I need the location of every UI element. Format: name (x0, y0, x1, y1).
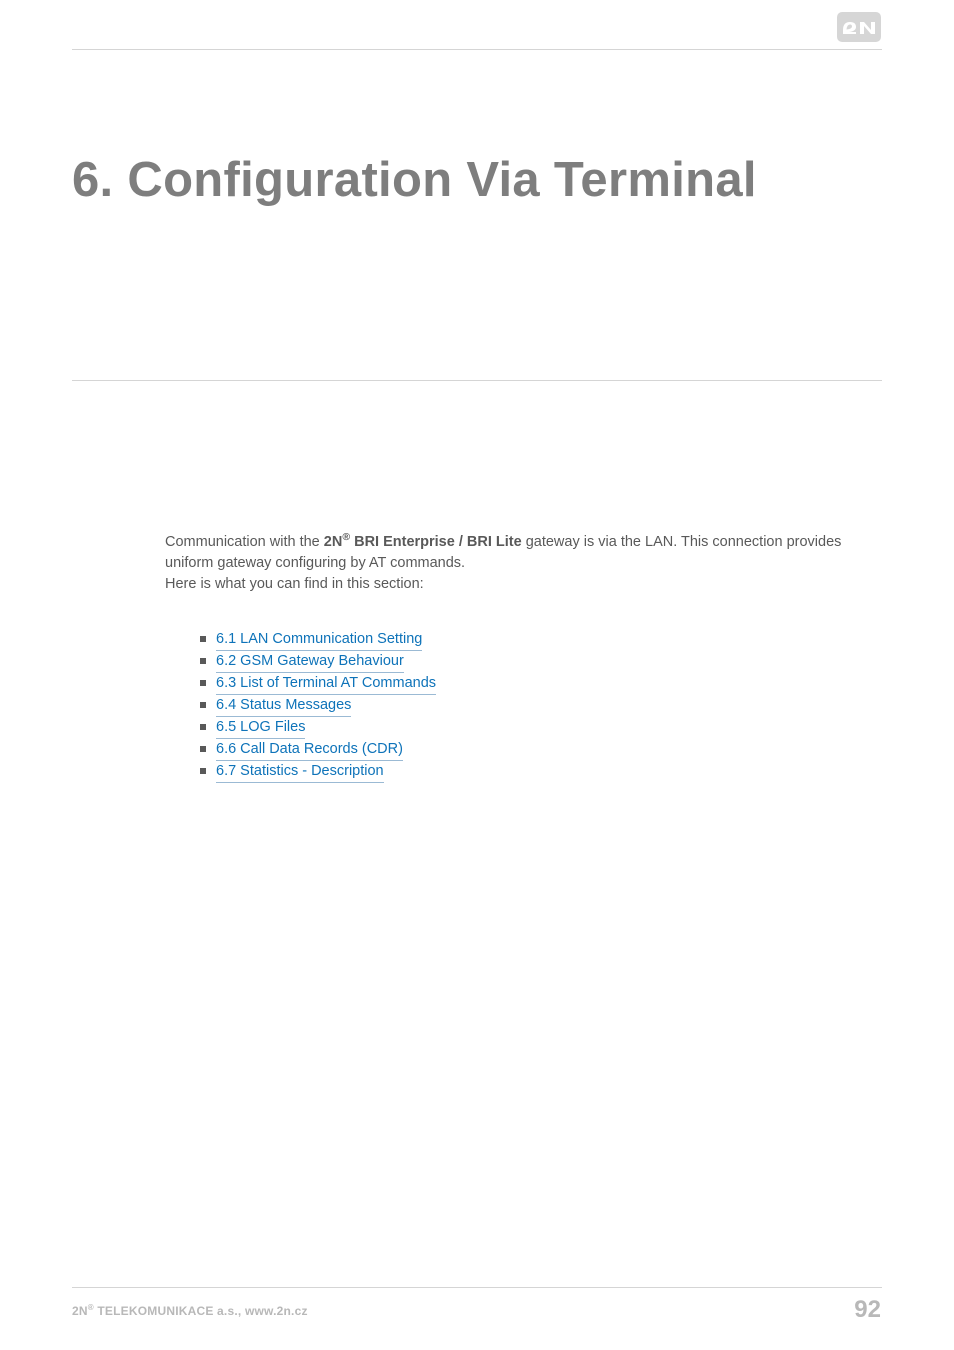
footer-rule (72, 1287, 882, 1288)
intro-brand-reg: ® (342, 531, 350, 543)
page: 6. Configuration Via Terminal Communicat… (0, 0, 954, 1350)
toc-link-6-7[interactable]: 6.7 Statistics - Description (216, 761, 384, 783)
intro-prefix: Communication with the (165, 534, 324, 550)
toc-item: 6.7 Statistics - Description (200, 761, 882, 783)
toc-item: 6.4 Status Messages (200, 695, 882, 717)
title-rule (72, 380, 882, 381)
bullet-icon (200, 680, 206, 686)
toc-link-6-6[interactable]: 6.6 Call Data Records (CDR) (216, 739, 403, 761)
page-number: 92 (854, 1296, 881, 1324)
intro-paragraph: Communication with the 2N® BRI Enterpris… (165, 530, 882, 595)
footer-text: TELEKOMUNIKACE a.s., www.2n.cz (94, 1304, 308, 1318)
bullet-icon (200, 636, 206, 642)
bullet-icon (200, 724, 206, 730)
bullet-icon (200, 702, 206, 708)
toc-item: 6.1 LAN Communication Setting (200, 629, 882, 651)
toc-link-6-3[interactable]: 6.3 List of Terminal AT Commands (216, 673, 436, 695)
toc-link-6-1[interactable]: 6.1 LAN Communication Setting (216, 629, 422, 651)
intro-brand-bold2: BRI Enterprise / BRI Lite (350, 534, 522, 550)
toc-item: 6.2 GSM Gateway Behaviour (200, 651, 882, 673)
toc-item: 6.5 LOG Files (200, 717, 882, 739)
bullet-icon (200, 768, 206, 774)
toc-link-6-4[interactable]: 6.4 Status Messages (216, 695, 351, 717)
intro-brand-bold1: 2N (324, 534, 343, 550)
brand-logo (837, 12, 881, 42)
toc-item: 6.6 Call Data Records (CDR) (200, 739, 882, 761)
footer-left: 2N® TELEKOMUNIKACE a.s., www.2n.cz (72, 1303, 308, 1318)
toc: 6.1 LAN Communication Setting 6.2 GSM Ga… (200, 629, 882, 783)
bullet-icon (200, 746, 206, 752)
toc-link-6-5[interactable]: 6.5 LOG Files (216, 717, 305, 739)
intro-line2: Here is what you can find in this sectio… (165, 576, 424, 592)
bullet-icon (200, 658, 206, 664)
footer-brand: 2N (72, 1304, 88, 1318)
page-title: 6. Configuration Via Terminal (72, 152, 882, 208)
toc-item: 6.3 List of Terminal AT Commands (200, 673, 882, 695)
header-rule (72, 49, 882, 50)
toc-link-6-2[interactable]: 6.2 GSM Gateway Behaviour (216, 651, 404, 673)
